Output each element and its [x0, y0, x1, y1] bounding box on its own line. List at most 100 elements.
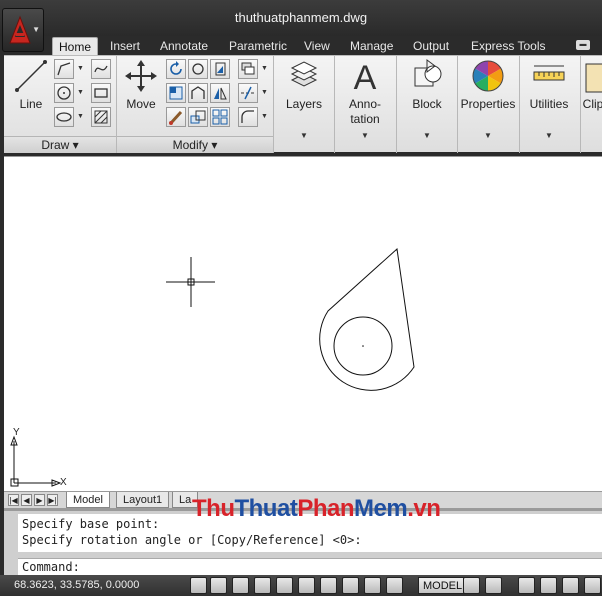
- application-menu-button[interactable]: ▼: [2, 8, 44, 52]
- draw-panel-title[interactable]: Draw ▾: [4, 136, 116, 153]
- dynamic-input-button[interactable]: [386, 577, 403, 594]
- tab-express-tools[interactable]: Express Tools: [465, 37, 551, 55]
- text-icon: A: [354, 59, 377, 97]
- infer-constraints-button[interactable]: [190, 577, 207, 594]
- tab-model[interactable]: Model: [66, 492, 110, 508]
- annotation-label-2: tation: [350, 112, 380, 126]
- model-space-button[interactable]: MODEL: [418, 577, 468, 594]
- trim-button[interactable]: [188, 59, 208, 79]
- fillet-button[interactable]: [238, 107, 258, 127]
- hatch-button[interactable]: [91, 107, 111, 127]
- extend-button[interactable]: [238, 83, 258, 103]
- next-tab-button[interactable]: ▶: [34, 494, 45, 506]
- clipboard-icon: [585, 63, 602, 93]
- dynamic-ucs-button[interactable]: [364, 577, 381, 594]
- showmotion-button[interactable]: [584, 577, 601, 594]
- tab-manage[interactable]: Manage: [344, 37, 399, 55]
- polar-tracking-button[interactable]: [276, 577, 293, 594]
- prev-tab-button[interactable]: ◀: [21, 494, 32, 506]
- crosshair-cursor-icon: [166, 257, 215, 307]
- chevron-down-icon: ▼: [32, 25, 40, 34]
- tab-view[interactable]: View: [298, 37, 336, 55]
- 3d-object-snap-button[interactable]: [320, 577, 337, 594]
- erase-button[interactable]: [166, 107, 186, 127]
- layers-label: Layers: [285, 97, 323, 111]
- ortho-mode-button[interactable]: [254, 577, 271, 594]
- copy-icon: [215, 62, 226, 76]
- spline-icon: [94, 65, 108, 73]
- grid-display-button[interactable]: [232, 577, 249, 594]
- object-snap-tracking-button[interactable]: [342, 577, 359, 594]
- snap-mode-button[interactable]: [210, 577, 227, 594]
- line-button[interactable]: Line: [10, 58, 52, 112]
- color-wheel-icon: [472, 60, 504, 92]
- drawing-svg: [10, 248, 415, 487]
- ellipse-button[interactable]: [54, 107, 74, 127]
- command-history-line: Specify rotation angle or [Copy/Referenc…: [22, 533, 362, 547]
- spline-button[interactable]: [91, 59, 111, 79]
- rotate-button[interactable]: [166, 59, 186, 79]
- properties-button[interactable]: Properties ▼: [459, 58, 517, 140]
- chevron-down-icon[interactable]: ▼: [77, 113, 84, 120]
- panel-divider: [519, 56, 520, 153]
- array-button[interactable]: [166, 83, 186, 103]
- modify-panel-title[interactable]: Modify ▾: [117, 136, 273, 153]
- command-input[interactable]: Command:: [18, 558, 602, 575]
- copy-button[interactable]: [210, 59, 230, 79]
- array-grid-button[interactable]: [210, 107, 230, 127]
- trim-icon: [192, 63, 204, 75]
- chevron-down-icon: ▼: [300, 131, 308, 140]
- rectangle-button[interactable]: [91, 83, 111, 103]
- move-label: Move: [126, 97, 156, 111]
- svg-text:A: A: [354, 59, 377, 94]
- ribbon-minimize-button[interactable]: ▬: [576, 40, 590, 50]
- drawing-canvas[interactable]: Y X: [4, 156, 602, 491]
- tab-annotate[interactable]: Annotate: [154, 37, 214, 55]
- stretch-button[interactable]: [188, 83, 208, 103]
- scale-button[interactable]: [188, 107, 208, 127]
- object-snap-button[interactable]: [298, 577, 315, 594]
- tab-home[interactable]: Home: [52, 37, 99, 55]
- layers-button[interactable]: Layers ▼: [276, 58, 332, 140]
- grid-icon: [169, 86, 183, 100]
- last-tab-button[interactable]: ▶|: [47, 494, 58, 506]
- chevron-down-icon[interactable]: ▼: [77, 89, 84, 96]
- teardrop-outline[interactable]: [319, 248, 415, 391]
- coordinate-readout: 68.3623, 33.5785, 0.0000: [14, 579, 140, 591]
- rotate-icon: [170, 61, 182, 75]
- zoom-button[interactable]: [540, 577, 557, 594]
- stretch-icon: [191, 86, 205, 99]
- steering-wheel-button[interactable]: [562, 577, 579, 594]
- stack-icon: [241, 62, 255, 75]
- tab-output[interactable]: Output: [407, 37, 455, 55]
- chevron-down-icon[interactable]: ▼: [261, 89, 268, 96]
- center-point: [362, 345, 364, 347]
- first-tab-button[interactable]: |◀: [8, 494, 19, 506]
- tab-parametric[interactable]: Parametric: [223, 37, 293, 55]
- utilities-button[interactable]: Utilities ▼: [521, 58, 577, 140]
- ucs-icon: [10, 435, 62, 487]
- move-button[interactable]: Move: [120, 58, 162, 112]
- pan-button[interactable]: [518, 577, 535, 594]
- quick-view-layouts-button[interactable]: [463, 577, 480, 594]
- quick-view-drawings-button[interactable]: [485, 577, 502, 594]
- tab-layout1[interactable]: Layout1: [116, 492, 170, 508]
- clipboard-button[interactable]: Clip: [582, 58, 602, 112]
- layers-icon: [290, 61, 318, 87]
- window-title: thuthuatphanmem.dwg: [234, 10, 368, 25]
- chevron-down-icon[interactable]: ▼: [261, 65, 268, 72]
- tab-insert[interactable]: Insert: [104, 37, 146, 55]
- chevron-down-icon[interactable]: ▼: [261, 113, 268, 120]
- ucs-x-label: X: [60, 477, 67, 488]
- chevron-down-icon: ▼: [545, 131, 553, 140]
- block-button[interactable]: Block ▼: [399, 58, 455, 140]
- chevron-down-icon[interactable]: ▼: [77, 65, 84, 72]
- polyline-button[interactable]: [54, 59, 74, 79]
- mirror-tool-button[interactable]: [210, 83, 230, 103]
- title-bar: thuthuatphanmem.dwg: [0, 0, 602, 36]
- circle-icon: [57, 86, 71, 100]
- annotation-button[interactable]: A Anno- tation ▼: [337, 58, 393, 140]
- ruler-icon: [533, 65, 565, 81]
- mirror-button[interactable]: [238, 59, 258, 79]
- circle-button[interactable]: [54, 83, 74, 103]
